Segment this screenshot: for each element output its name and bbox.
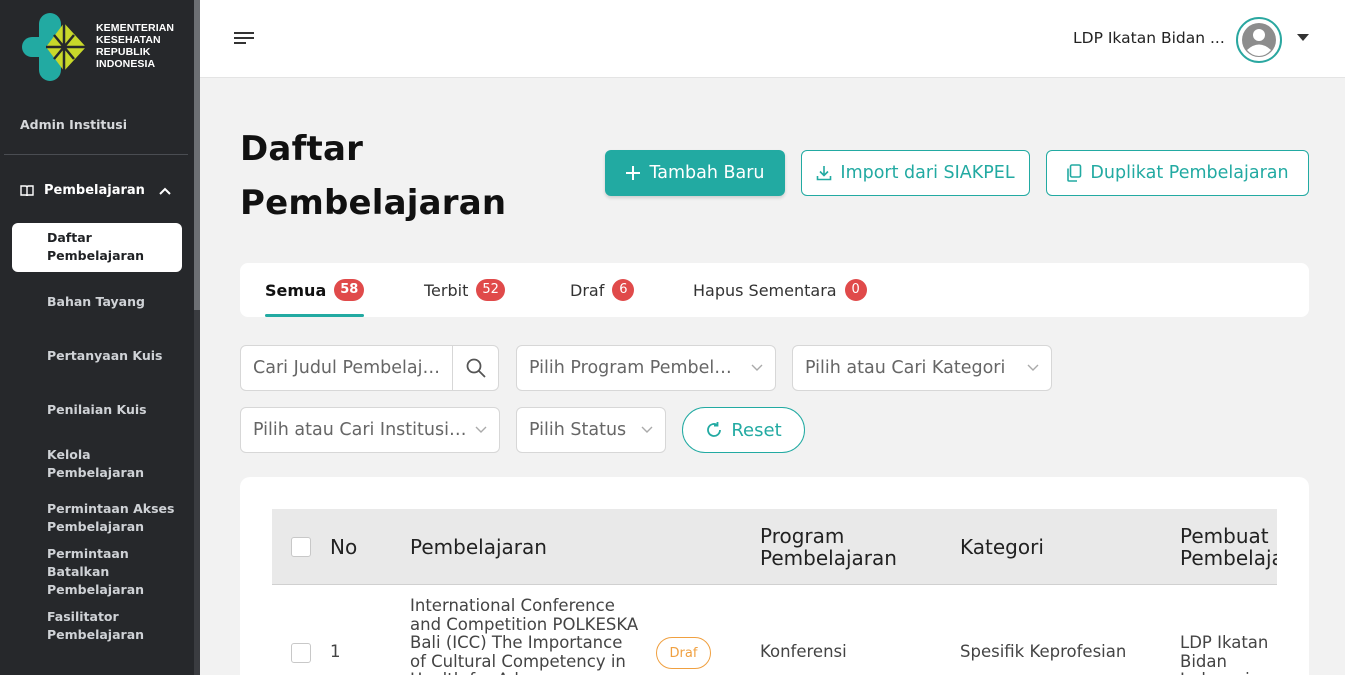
row-program: Konferensi (760, 642, 847, 661)
column-header-pembelajaran[interactable]: Pembelajaran (410, 536, 547, 558)
sidebar-item-bahan-tayang[interactable]: Bahan Tayang (47, 293, 182, 311)
sidebar-item-kelola-pembelajaran[interactable]: Kelola Pembelajaran (47, 446, 147, 482)
reset-button[interactable]: Reset (682, 407, 805, 453)
table-header: No Pembelajaran Program Pembelajaran Kat… (272, 509, 1277, 585)
sidebar: KEMENTERIAN KESEHATAN REPUBLIK INDONESIA… (0, 0, 200, 675)
row-checkbox[interactable] (291, 643, 311, 663)
sidebar-group-pembelajaran[interactable]: Pembelajaran (20, 183, 171, 198)
user-role: Admin Institusi (20, 117, 128, 132)
sidebar-item-penilaian-kuis[interactable]: Penilaian Kuis (47, 401, 182, 419)
menu-toggle-icon[interactable] (234, 32, 254, 46)
sidebar-item-permintaan-batalkan[interactable]: Permintaan Batalkan Pembelajaran (47, 545, 147, 599)
refresh-icon (707, 422, 722, 437)
chevron-down-icon (751, 364, 763, 371)
sidebar-divider (4, 154, 188, 155)
logo-text: KEMENTERIAN KESEHATAN REPUBLIK INDONESIA (96, 22, 175, 70)
plus-icon (626, 166, 641, 180)
chevron-down-icon (641, 426, 653, 433)
select-all-checkbox[interactable] (291, 537, 311, 557)
count-badge: 58 (334, 279, 365, 301)
program-select[interactable]: Pilih Program Pembelajaran (516, 345, 776, 391)
caret-down-icon[interactable] (1297, 34, 1309, 41)
row-number: 1 (330, 642, 341, 661)
row-title[interactable]: International Conference and Competition… (410, 596, 642, 675)
book-icon (20, 184, 34, 196)
table-card: No Pembelajaran Program Pembelajaran Kat… (240, 477, 1309, 675)
duplicate-button[interactable]: Duplikat Pembelajaran (1046, 150, 1309, 196)
search-button[interactable] (452, 346, 498, 390)
copy-icon (1067, 164, 1082, 182)
active-tab-indicator (265, 314, 364, 317)
tab-semua[interactable]: Semua 58 (265, 279, 365, 301)
page-title: Daftar Pembelajaran (240, 129, 507, 223)
download-icon (817, 166, 832, 181)
avatar[interactable] (1236, 17, 1282, 63)
chevron-down-icon (475, 426, 487, 433)
sidebar-item-pertanyaan-kuis[interactable]: Pertanyaan Kuis (47, 347, 182, 365)
import-siakpel-button[interactable]: Import dari SIAKPEL (801, 150, 1030, 196)
sidebar-item-daftar-pembelajaran[interactable]: Daftar Pembelajaran (12, 223, 182, 272)
tab-hapus-sementara[interactable]: Hapus Sementara 0 (693, 279, 867, 301)
count-badge: 6 (612, 279, 635, 301)
column-header-pembuat[interactable]: Pembuat Pembelajaran (1180, 525, 1277, 569)
count-badge: 52 (476, 279, 505, 301)
column-header-program[interactable]: Program Pembelajaran (760, 525, 920, 569)
kemenkes-logo-icon (22, 13, 86, 81)
sidebar-item-fasilitator[interactable]: Fasilitator Pembelajaran (47, 608, 147, 644)
search-input[interactable]: Cari Judul Pembelajaran (253, 358, 443, 378)
status-tabs: Semua 58 Terbit 52 Draf 6 Hapus Sementar… (240, 263, 1309, 317)
sidebar-item-permintaan-akses[interactable]: Permintaan Akses Pembelajaran (47, 500, 177, 536)
chevron-up-icon (159, 187, 171, 195)
row-category: Spesifik Keprofesian (960, 642, 1127, 661)
institution-select[interactable]: Pilih atau Cari Institusi Pembuat (240, 407, 500, 453)
count-badge: 0 (844, 279, 867, 301)
kemenkes-logo[interactable]: KEMENTERIAN KESEHATAN REPUBLIK INDONESIA (22, 13, 182, 83)
add-new-button[interactable]: Tambah Baru (605, 150, 785, 196)
status-select[interactable]: Pilih Status (516, 407, 666, 453)
search-icon (466, 358, 486, 378)
tab-terbit[interactable]: Terbit 52 (424, 279, 505, 301)
tab-draf[interactable]: Draf 6 (570, 279, 635, 301)
row-creator: LDP Ikatan Bidan Indonesia (1180, 633, 1269, 675)
sidebar-item-label: Daftar Pembelajaran (47, 230, 145, 263)
user-name[interactable]: LDP Ikatan Bidan ... (1073, 29, 1225, 47)
category-select[interactable]: Pilih atau Cari Kategori (792, 345, 1052, 391)
search-field[interactable]: Cari Judul Pembelajaran (240, 345, 499, 391)
status-badge: Draf (656, 637, 711, 669)
user-avatar-icon (1242, 23, 1276, 57)
table-row[interactable]: 1 International Conference and Competiti… (272, 585, 1277, 675)
column-header-kategori[interactable]: Kategori (960, 536, 1044, 558)
column-header-no[interactable]: No (330, 536, 357, 558)
chevron-down-icon (1027, 364, 1039, 371)
sidebar-group-label: Pembelajaran (44, 183, 145, 198)
top-header: LDP Ikatan Bidan ... (200, 0, 1345, 78)
